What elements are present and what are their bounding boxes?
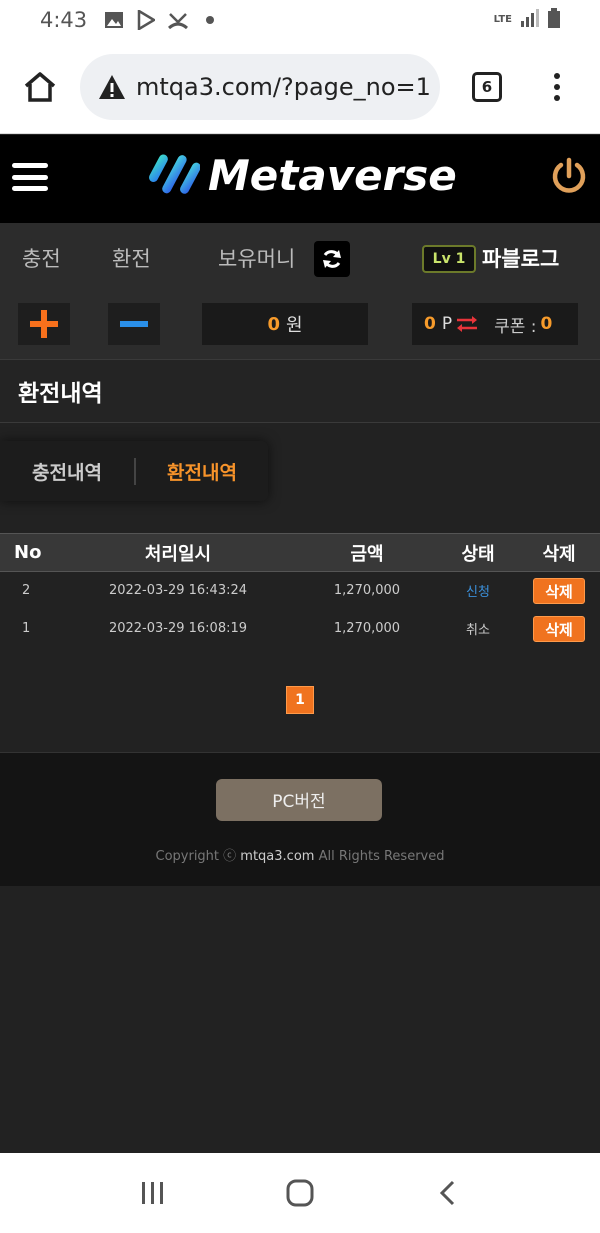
table-row: 2 2022-03-29 16:43:24 1,270,000 신청 삭제 bbox=[0, 572, 600, 610]
level-badge: Lv 1 bbox=[422, 245, 476, 273]
header-status: 상태 bbox=[461, 543, 495, 565]
pagination: 1 bbox=[0, 648, 600, 752]
copyright-suffix: All Rights Reserved bbox=[318, 848, 445, 864]
header-no: No bbox=[14, 542, 42, 563]
lte-icon: LTE bbox=[493, 14, 512, 25]
recent-apps-icon bbox=[142, 1182, 164, 1204]
copyright-domain: mtqa3.com bbox=[240, 848, 315, 864]
row-status: 취소 bbox=[466, 623, 490, 638]
back-chevron-icon bbox=[439, 1180, 454, 1206]
dot-icon bbox=[197, 9, 223, 31]
status-time: 4:43 bbox=[40, 8, 88, 32]
coupon-label: 쿠폰 : bbox=[494, 316, 537, 337]
browser-toolbar: mtqa3.com/?page_no=1 6 bbox=[0, 40, 600, 134]
back-button[interactable] bbox=[427, 1173, 467, 1213]
user-info-bar: 충전 환전 보유머니 Lv 1 파블로그 0 원 0 P 쿠폰: 0 bbox=[0, 223, 600, 359]
swap-icon[interactable] bbox=[456, 315, 478, 333]
refresh-button[interactable] bbox=[314, 241, 350, 277]
charge-plus-button[interactable] bbox=[18, 303, 70, 345]
exchange-link[interactable]: 환전 bbox=[112, 243, 151, 273]
gallery-icon bbox=[101, 9, 127, 31]
page-button-current[interactable]: 1 bbox=[286, 685, 314, 714]
money-value: 0 bbox=[267, 313, 280, 335]
power-logout-icon[interactable] bbox=[550, 157, 588, 195]
recent-apps-button[interactable] bbox=[133, 1173, 173, 1213]
table-header-row: No 처리일시 금액 상태 삭제 bbox=[0, 533, 600, 572]
pc-version-button[interactable]: PC버전 bbox=[216, 778, 382, 821]
coupon-value: 0 bbox=[540, 314, 553, 334]
warning-icon bbox=[98, 74, 126, 100]
site-logo[interactable]: Metaverse bbox=[146, 149, 457, 201]
row-no: 1 bbox=[22, 621, 31, 636]
tab-exchange-history[interactable]: 환전내역 bbox=[134, 457, 268, 485]
header-date: 처리일시 bbox=[144, 543, 212, 565]
minus-icon bbox=[120, 321, 148, 327]
point-balance: 0 P 쿠폰 : 0 bbox=[412, 303, 578, 345]
row-date: 2022-03-29 16:43:24 bbox=[108, 583, 248, 599]
refresh-icon bbox=[323, 250, 341, 268]
tab-charge-history[interactable]: 충전내역 bbox=[0, 458, 134, 485]
delete-button[interactable]: 삭제 bbox=[533, 577, 585, 604]
missed-call-icon bbox=[165, 9, 191, 31]
copyright-text: Copyright ⓒ mtqa3.com All Rights Reserve… bbox=[0, 845, 600, 864]
signal-icon bbox=[520, 8, 540, 32]
row-no: 2 bbox=[22, 583, 31, 599]
exchange-minus-button[interactable] bbox=[108, 303, 160, 345]
money-balance: 0 원 bbox=[202, 303, 368, 345]
row-amount: 1,270,000 bbox=[333, 621, 401, 636]
home-circle-icon bbox=[286, 1179, 314, 1207]
play-store-icon bbox=[133, 9, 159, 31]
header-delete: 삭제 bbox=[542, 543, 576, 565]
url-text: mtqa3.com/?page_no=1 bbox=[136, 72, 431, 101]
plus-icon bbox=[30, 310, 58, 338]
table-row: 1 2022-03-29 16:08:19 1,270,000 취소 삭제 bbox=[0, 610, 600, 648]
money-unit: 원 bbox=[285, 315, 303, 336]
holding-money-label: 보유머니 bbox=[218, 247, 296, 271]
charge-link[interactable]: 충전 bbox=[22, 243, 61, 273]
exchange-history-table: No 처리일시 금액 상태 삭제 2 2022-03-29 16:43:24 1… bbox=[0, 533, 600, 648]
page-title: 환전내역 bbox=[0, 359, 600, 423]
header-amount: 금액 bbox=[350, 543, 384, 565]
row-status: 신청 bbox=[466, 585, 490, 601]
row-amount: 1,270,000 bbox=[333, 583, 401, 599]
logo-text: Metaverse bbox=[208, 150, 457, 200]
site-content: Metaverse 충전 환전 보유머니 Lv 1 파블로그 0 원 0 P 쿠… bbox=[0, 135, 600, 1153]
home-nav-button[interactable] bbox=[280, 1173, 320, 1213]
row-date: 2022-03-29 16:08:19 bbox=[108, 621, 248, 636]
home-button[interactable] bbox=[0, 40, 80, 134]
point-value: 0 bbox=[424, 314, 436, 334]
more-options-icon[interactable] bbox=[552, 72, 562, 101]
hamburger-menu-icon[interactable] bbox=[12, 163, 48, 191]
system-navigation-bar bbox=[0, 1153, 600, 1233]
copyright-prefix: Copyright ⓒ bbox=[155, 848, 237, 864]
url-bar[interactable]: mtqa3.com/?page_no=1 bbox=[80, 53, 440, 120]
home-icon bbox=[24, 71, 56, 102]
point-unit: P bbox=[441, 314, 453, 334]
history-subtabs: 충전내역 환전내역 bbox=[0, 423, 600, 527]
site-footer: PC버전 Copyright ⓒ mtqa3.com All Rights Re… bbox=[0, 751, 600, 886]
logo-mark-icon bbox=[149, 154, 200, 194]
site-header: Metaverse bbox=[0, 135, 600, 223]
delete-button[interactable]: 삭제 bbox=[533, 615, 585, 642]
battery-icon bbox=[548, 7, 560, 33]
tab-switcher-button[interactable]: 6 bbox=[472, 71, 502, 102]
status-bar: 4:43 LTE bbox=[0, 0, 600, 40]
username: 파블로그 bbox=[482, 247, 560, 271]
